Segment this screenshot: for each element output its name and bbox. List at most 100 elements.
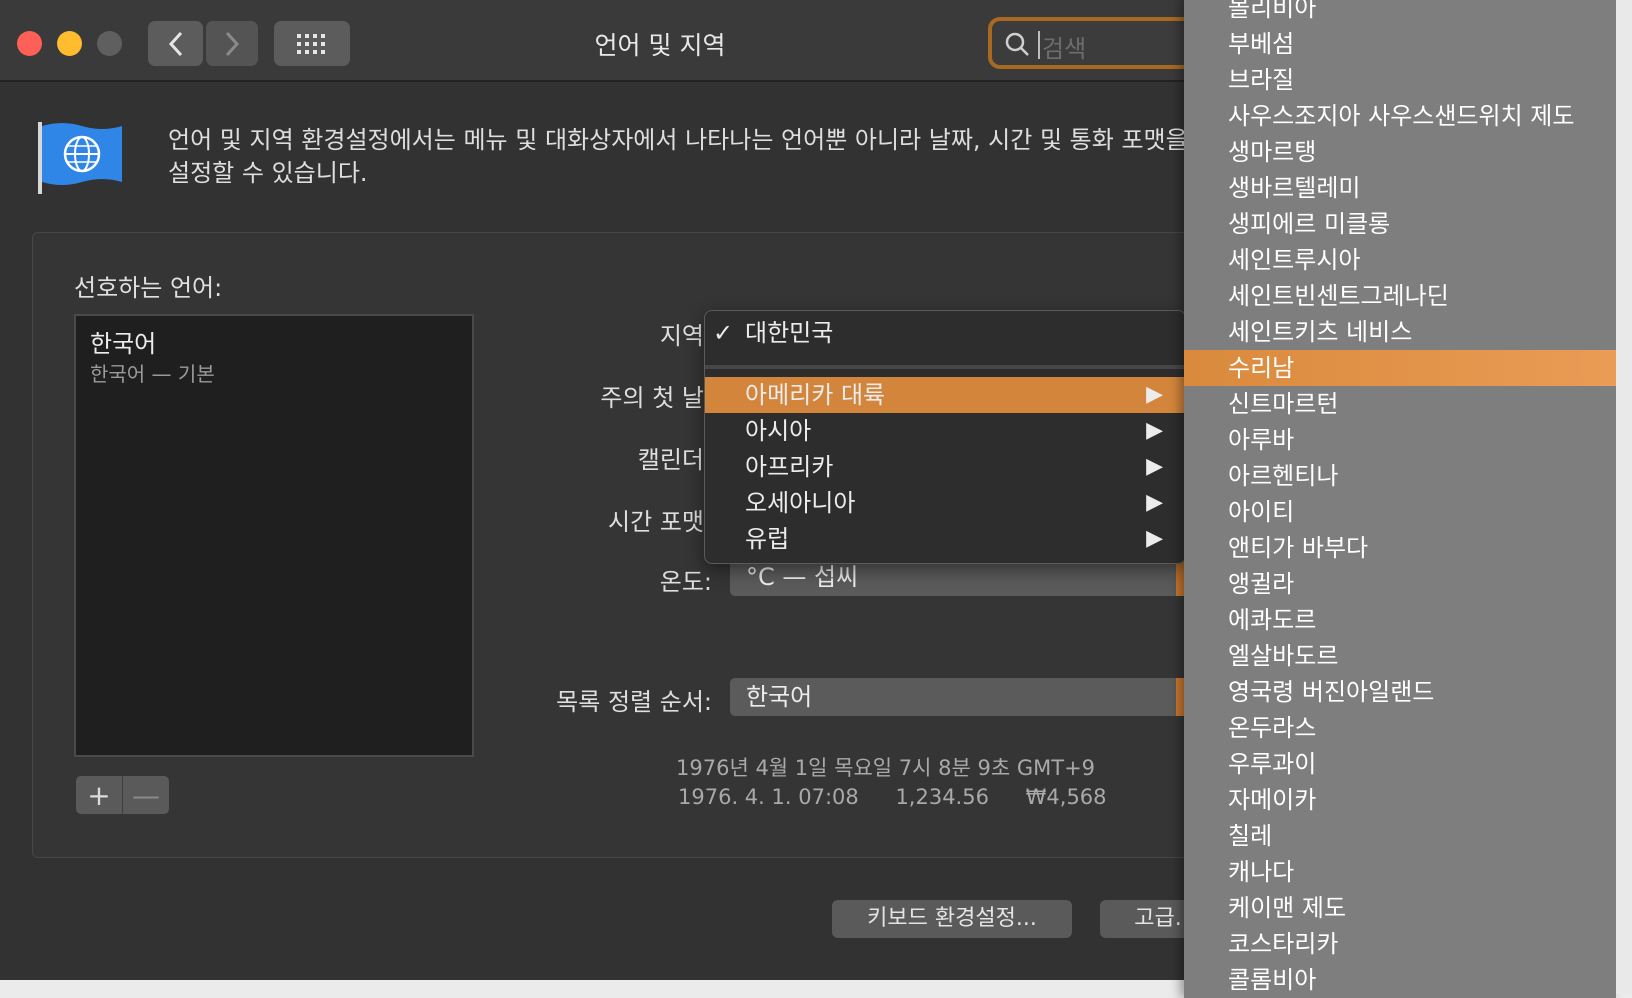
menu-item-current-region[interactable]: ✓ 대한민국 bbox=[705, 315, 1185, 351]
submenu-item-label: 영국령 버진아일랜드 bbox=[1228, 678, 1435, 706]
submenu-item-label: 세인트루시아 bbox=[1228, 246, 1361, 274]
submenu-item-label: 세인트빈센트그레나딘 bbox=[1228, 282, 1449, 310]
submenu-item-label: 에콰도르 bbox=[1228, 606, 1317, 634]
submenu-item[interactable]: 부베섬 bbox=[1184, 26, 1616, 62]
submenu-item[interactable]: 신트마르턴 bbox=[1184, 386, 1616, 422]
checkmark-icon: ✓ bbox=[713, 319, 734, 347]
preferences-window: 언어 및 지역 검색 언어 및 지역 환경설정에서는 메뉴 및 대화상자에서 나… bbox=[0, 0, 1200, 980]
submenu-item-label: 세인트키츠 네비스 bbox=[1228, 318, 1413, 346]
submenu-item[interactable]: 세인트빈센트그레나딘 bbox=[1184, 278, 1616, 314]
language-name: 한국어 bbox=[90, 330, 157, 358]
submenu-item-label: 생피에르 미클롱 bbox=[1228, 210, 1391, 238]
submenu-item[interactable]: 케이맨 제도 bbox=[1184, 890, 1616, 926]
submenu-item-label: 수리남 bbox=[1228, 354, 1295, 382]
currency-preview: ₩4,568 bbox=[1025, 785, 1107, 809]
submenu-item-label: 사우스조지아 사우스샌드위치 제도 bbox=[1228, 102, 1575, 130]
submenu-item[interactable]: 캐나다 bbox=[1184, 854, 1616, 890]
date-preview: 1976. 4. 1. 07:08 bbox=[678, 785, 859, 809]
submenu-item-label: 엘살바도르 bbox=[1228, 642, 1339, 670]
intro-line-2: 설정할 수 있습니다. bbox=[168, 159, 368, 187]
submenu-item[interactable]: 코스타리카 bbox=[1184, 926, 1616, 962]
menu-item-africa[interactable]: 아프리카 ▶ bbox=[705, 449, 1185, 485]
temperature-value: °C — 섭씨 bbox=[746, 563, 859, 591]
preferred-languages-label: 선호하는 언어: bbox=[74, 274, 223, 302]
submenu-item-label: 아루바 bbox=[1228, 426, 1295, 454]
submenu-item[interactable]: 아이티 bbox=[1184, 494, 1616, 530]
menu-item-asia[interactable]: 아시아 ▶ bbox=[705, 413, 1185, 449]
intro-text: 언어 및 지역 환경설정에서는 메뉴 및 대화상자에서 나타나는 언어뿐 아니라… bbox=[168, 124, 1200, 190]
menu-item-label: 유럽 bbox=[745, 525, 790, 553]
submenu-item-label: 아르헨티나 bbox=[1228, 462, 1339, 490]
submenu-item[interactable]: 생바르텔레미 bbox=[1184, 170, 1616, 206]
submenu-item[interactable]: 우루과이 bbox=[1184, 746, 1616, 782]
submenu-item-label: 자메이카 bbox=[1228, 786, 1317, 814]
intro-line-1: 언어 및 지역 환경설정에서는 메뉴 및 대화상자에서 나타나는 언어뿐 아니라… bbox=[168, 126, 1188, 154]
menu-item-label: 아시아 bbox=[745, 417, 812, 445]
submenu-item[interactable]: 칠레 bbox=[1184, 818, 1616, 854]
submenu-item[interactable]: 세인트키츠 네비스 bbox=[1184, 314, 1616, 350]
globe-flag-icon bbox=[38, 122, 122, 194]
menu-item-oceania[interactable]: 오세아니아 ▶ bbox=[705, 485, 1185, 521]
submenu-item[interactable]: 브라질 bbox=[1184, 62, 1616, 98]
first-day-label: 주의 첫 날 bbox=[600, 384, 704, 412]
search-placeholder: 검색 bbox=[1042, 35, 1087, 63]
sort-order-label: 목록 정렬 순서: bbox=[556, 688, 712, 716]
submenu-item[interactable]: 사우스조지아 사우스샌드위치 제도 bbox=[1184, 98, 1616, 134]
submenu-item-label: 생바르텔레미 bbox=[1228, 174, 1361, 202]
desktop-edge bbox=[1616, 0, 1632, 994]
submenu-item[interactable]: 앤티가 바부다 bbox=[1184, 530, 1616, 566]
submenu-item-label: 신트마르턴 bbox=[1228, 390, 1339, 418]
submenu-item-label: 칠레 bbox=[1228, 822, 1273, 850]
submenu-item[interactable]: 볼리비아 bbox=[1184, 0, 1616, 26]
submenu-item[interactable]: 수리남 bbox=[1184, 350, 1616, 386]
submenu-item-label: 아이티 bbox=[1228, 498, 1295, 526]
submenu-item[interactable]: 생피에르 미클롱 bbox=[1184, 206, 1616, 242]
calendar-label: 캘린더 bbox=[637, 446, 704, 474]
menu-item-europe[interactable]: 유럽 ▶ bbox=[705, 521, 1185, 557]
menu-item-label: 아메리카 대륙 bbox=[745, 381, 886, 409]
temperature-label: 온도: bbox=[659, 568, 712, 596]
submenu-item-label: 브라질 bbox=[1228, 66, 1295, 94]
submenu-item-label: 생마르탱 bbox=[1228, 138, 1317, 166]
submenu-item[interactable]: 세인트루시아 bbox=[1184, 242, 1616, 278]
sort-order-value: 한국어 bbox=[746, 683, 813, 711]
submenu-item-label: 우루과이 bbox=[1228, 750, 1317, 778]
submenu-arrow-icon: ▶ bbox=[1146, 526, 1163, 551]
submenu-arrow-icon: ▶ bbox=[1146, 490, 1163, 515]
submenu-item[interactable]: 에콰도르 bbox=[1184, 602, 1616, 638]
menu-separator bbox=[705, 365, 1185, 369]
submenu-item-label: 부베섬 bbox=[1228, 30, 1295, 58]
submenu-arrow-icon: ▶ bbox=[1146, 382, 1163, 407]
submenu-item[interactable]: 앵귈라 bbox=[1184, 566, 1616, 602]
menu-item-americas[interactable]: 아메리카 대륙 ▶ bbox=[705, 377, 1185, 413]
menu-item-label: 대한민국 bbox=[745, 319, 834, 347]
add-language-button[interactable]: + bbox=[76, 776, 123, 814]
submenu-item[interactable]: 온두라스 bbox=[1184, 710, 1616, 746]
submenu-item[interactable]: 아르헨티나 bbox=[1184, 458, 1616, 494]
submenu-item-label: 앤티가 바부다 bbox=[1228, 534, 1369, 562]
datetime-preview: 1976년 4월 1일 목요일 7시 8분 9초 GMT+9 bbox=[676, 756, 1096, 780]
language-list[interactable]: 한국어 한국어 — 기본 bbox=[74, 314, 474, 757]
country-submenu: 볼리비아부베섬브라질사우스조지아 사우스샌드위치 제도생마르탱생바르텔레미생피에… bbox=[1184, 0, 1616, 998]
keyboard-preferences-button[interactable]: 키보드 환경설정... bbox=[832, 900, 1072, 938]
menu-item-label: 아프리카 bbox=[745, 453, 834, 481]
sort-order-popup[interactable]: 한국어 bbox=[730, 678, 1198, 716]
search-icon bbox=[1005, 32, 1029, 56]
submenu-item[interactable]: 콜롬비아 bbox=[1184, 962, 1616, 998]
text-caret bbox=[1038, 31, 1040, 59]
menu-item-label: 오세아니아 bbox=[745, 489, 856, 517]
add-remove-control: + — bbox=[76, 776, 169, 814]
submenu-item-label: 코스타리카 bbox=[1228, 930, 1339, 958]
submenu-item[interactable]: 자메이카 bbox=[1184, 782, 1616, 818]
submenu-item-label: 온두라스 bbox=[1228, 714, 1317, 742]
submenu-item[interactable]: 생마르탱 bbox=[1184, 134, 1616, 170]
title-bar: 언어 및 지역 검색 bbox=[0, 0, 1200, 82]
remove-language-button[interactable]: — bbox=[123, 776, 169, 814]
submenu-item[interactable]: 영국령 버진아일랜드 bbox=[1184, 674, 1616, 710]
submenu-item[interactable]: 엘살바도르 bbox=[1184, 638, 1616, 674]
search-field[interactable]: 검색 bbox=[988, 17, 1200, 69]
submenu-arrow-icon: ▶ bbox=[1146, 418, 1163, 443]
submenu-item-label: 앵귈라 bbox=[1228, 570, 1295, 598]
submenu-item[interactable]: 아루바 bbox=[1184, 422, 1616, 458]
submenu-item-label: 콜롬비아 bbox=[1228, 966, 1317, 994]
